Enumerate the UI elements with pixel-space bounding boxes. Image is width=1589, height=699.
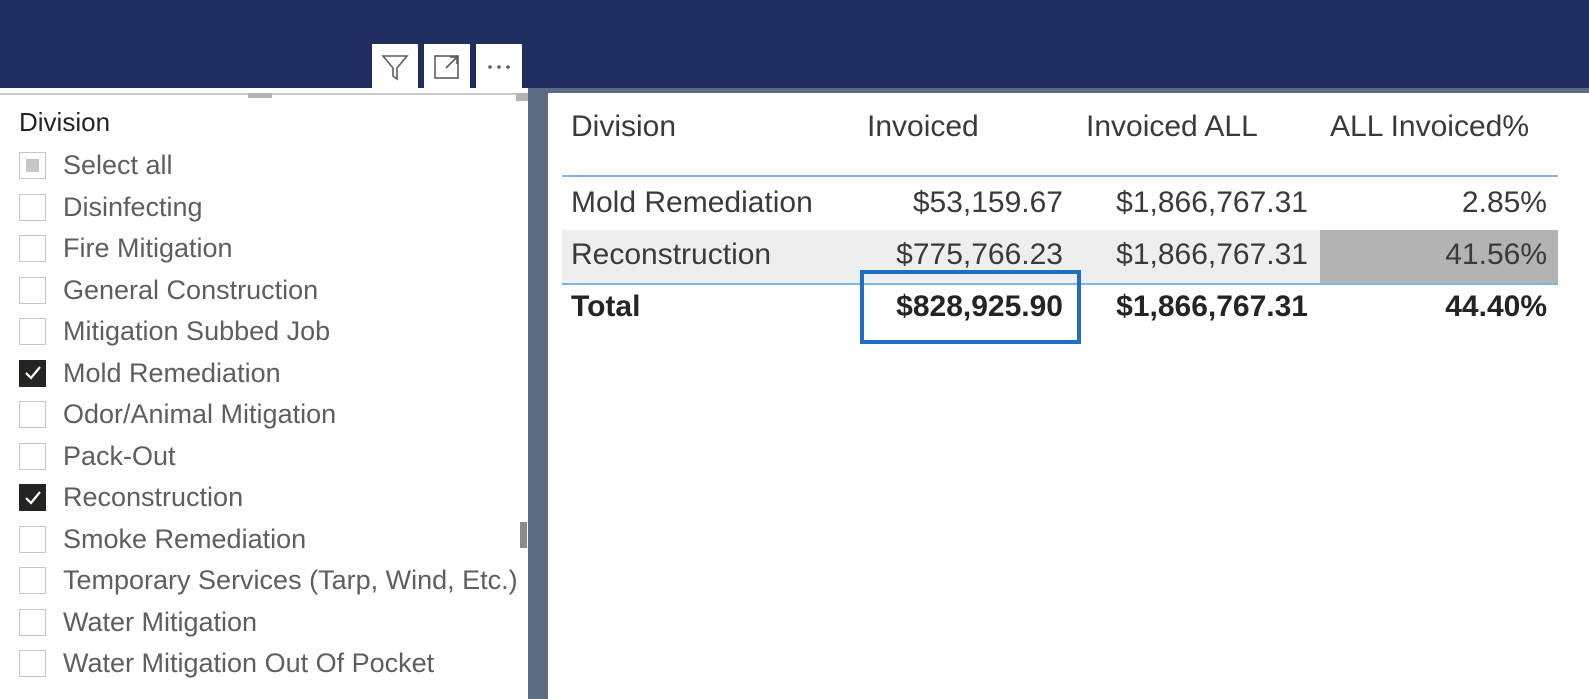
- more-options-icon: [488, 65, 510, 69]
- checkbox-icon[interactable]: [19, 401, 46, 429]
- slicer-item-fire-mitigation[interactable]: Fire Mitigation: [19, 228, 519, 270]
- checkbox-checked-icon[interactable]: [19, 359, 46, 387]
- row2-invoiced[interactable]: $775,766.23: [896, 238, 1063, 272]
- slicer-item-label: Reconstruction: [63, 482, 244, 513]
- slicer-item-odor-animal-mitigation[interactable]: Odor/Animal Mitigation: [19, 394, 519, 436]
- column-header-all-invoiced-pct[interactable]: ALL Invoiced%: [1330, 110, 1529, 144]
- checkbox-icon[interactable]: [19, 567, 46, 595]
- filter-button[interactable]: [372, 44, 418, 90]
- slicer-item-general-construction[interactable]: General Construction: [19, 270, 519, 312]
- slicer-item-label: Mitigation Subbed Job: [63, 316, 331, 347]
- row1-all-invoiced-pct[interactable]: 2.85%: [1462, 186, 1547, 220]
- total-all-invoiced-pct[interactable]: 44.40%: [1445, 290, 1547, 324]
- focus-mode-icon: [434, 55, 459, 79]
- slicer-item-select-all[interactable]: Select all: [19, 145, 519, 187]
- checkbox-icon[interactable]: [19, 193, 46, 221]
- slicer-title: Division: [19, 107, 111, 137]
- row2-division[interactable]: Reconstruction: [571, 238, 771, 272]
- more-options-button[interactable]: [476, 44, 522, 90]
- visual-header-toolbar: [372, 44, 522, 90]
- slicer-item-label: Temporary Services (Tarp, Wind, Etc.): [63, 565, 518, 596]
- checkbox-partial-icon[interactable]: [19, 152, 46, 180]
- slicer-item-label: Smoke Remediation: [63, 523, 307, 554]
- row1-division[interactable]: Mold Remediation: [571, 186, 813, 220]
- checkbox-icon[interactable]: [19, 650, 46, 678]
- slicer-item-label: General Construction: [63, 274, 319, 305]
- column-header-invoiced-all[interactable]: Invoiced ALL: [1086, 110, 1258, 144]
- slicer-scrollbar[interactable]: [520, 522, 527, 548]
- checkbox-checked-icon[interactable]: [19, 484, 46, 512]
- column-header-division[interactable]: Division: [571, 110, 676, 144]
- slicer-list: Select all Disinfecting Fire Mitigation …: [19, 145, 519, 685]
- slicer-item-water-mitigation[interactable]: Water Mitigation: [19, 602, 519, 644]
- slicer-item-smoke-remediation[interactable]: Smoke Remediation: [19, 519, 519, 561]
- filter-icon: [381, 55, 409, 81]
- slicer-item-temporary-services[interactable]: Temporary Services (Tarp, Wind, Etc.): [19, 560, 519, 602]
- focus-mode-button[interactable]: [424, 44, 470, 90]
- table-visual: [548, 93, 1589, 699]
- canvas-gap: [528, 88, 548, 699]
- slicer-item-label: Fire Mitigation: [63, 233, 233, 264]
- highlight-box: [860, 270, 1081, 344]
- slicer-item-label: Pack-Out: [63, 440, 176, 471]
- checkbox-icon[interactable]: [19, 525, 46, 553]
- slicer-item-pack-out[interactable]: Pack-Out: [19, 436, 519, 478]
- column-header-invoiced[interactable]: Invoiced: [867, 110, 979, 144]
- slicer-item-mold-remediation[interactable]: Mold Remediation: [19, 353, 519, 395]
- slicer-corner-handle[interactable]: [516, 93, 528, 101]
- slicer-item-water-mitigation-out-of-pocket[interactable]: Water Mitigation Out Of Pocket: [19, 643, 519, 685]
- slicer-resize-handle[interactable]: [248, 93, 272, 98]
- slicer-item-label: Mold Remediation: [63, 357, 281, 388]
- slicer-item-mitigation-subbed-job[interactable]: Mitigation Subbed Job: [19, 311, 519, 353]
- checkbox-icon[interactable]: [19, 276, 46, 304]
- report-header-bar: [0, 0, 1589, 88]
- checkbox-icon[interactable]: [19, 318, 46, 346]
- total-invoiced-all[interactable]: $1,866,767.31: [1116, 290, 1308, 324]
- checkbox-icon[interactable]: [19, 442, 46, 470]
- row2-all-invoiced-pct[interactable]: 41.56%: [1445, 238, 1547, 272]
- row1-invoiced-all[interactable]: $1,866,767.31: [1116, 186, 1308, 220]
- slicer-item-label: Select all: [63, 150, 173, 181]
- total-label: Total: [571, 290, 641, 323]
- slicer-item-label: Water Mitigation Out Of Pocket: [63, 648, 435, 679]
- row1-invoiced[interactable]: $53,159.67: [913, 186, 1063, 220]
- slicer-item-reconstruction[interactable]: Reconstruction: [19, 477, 519, 519]
- checkbox-icon[interactable]: [19, 608, 46, 636]
- slicer-item-disinfecting[interactable]: Disinfecting: [19, 187, 519, 229]
- row2-invoiced-all[interactable]: $1,866,767.31: [1116, 238, 1308, 272]
- header-rule: [562, 175, 1558, 177]
- checkbox-icon[interactable]: [19, 235, 46, 263]
- slicer-item-label: Odor/Animal Mitigation: [63, 399, 337, 430]
- slicer-item-label: Water Mitigation: [63, 606, 258, 637]
- slicer-item-label: Disinfecting: [63, 191, 203, 222]
